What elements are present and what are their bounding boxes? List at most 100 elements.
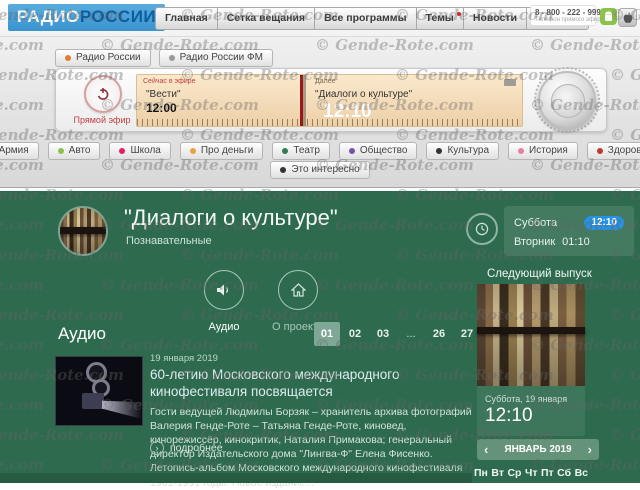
schedule-time: 12:10 [584, 216, 624, 230]
read-more-label: подробнее [170, 442, 223, 454]
category-tag-label: Это интересно [291, 164, 359, 175]
schedule-row: Суббота12:10 [514, 216, 624, 230]
nav-item-label: Главная [165, 12, 208, 24]
tag-dot [597, 148, 603, 154]
speaker-icon [204, 270, 244, 310]
live-power-button[interactable] [84, 75, 122, 113]
pagination: 010203...2627 [314, 322, 480, 346]
site-logo[interactable]: РАДИОРОССИИ [8, 4, 165, 31]
calendar-day-name: Ср [507, 467, 521, 479]
station-tab[interactable]: Радио России ФМ [159, 49, 273, 67]
schedule-panel: Суббота12:10 Вторник 01:10 [504, 206, 634, 256]
category-tag[interactable]: Здоровье [587, 142, 640, 160]
logo-part-rossii: РОССИИ [80, 7, 156, 26]
station-tab-label: Радио России [76, 52, 141, 63]
category-tag[interactable]: Это интересно [270, 161, 369, 179]
logo-part-radio: РАДИО [17, 7, 80, 26]
category-tag[interactable]: Авто [48, 142, 101, 160]
program-title: "Диалоги о культуре" [124, 205, 338, 231]
category-tag-label: Общество [360, 145, 408, 156]
schedule-day: Вторник [514, 236, 555, 248]
calendar-day-name: Вс [575, 467, 588, 479]
category-tags-row2: Это интересно [0, 161, 640, 179]
tag-dot [58, 148, 64, 154]
projector-body [82, 393, 104, 409]
volume-knob-dial [538, 71, 596, 129]
timeline-badge [504, 79, 516, 86]
phone-box: 8 - 800 - 222 - 999 - 2 Телефон прямого … [530, 5, 596, 26]
program-avatar [58, 206, 108, 256]
calendar-month-label: ЯНВАРЬ 2019 [504, 444, 571, 455]
category-tag-label: Про деньги [201, 145, 253, 156]
category-tag-label: История [529, 145, 568, 156]
top-bar: РАДИОРОССИИ Главная Сетка вещания Все прог… [0, 0, 640, 37]
category-tag[interactable]: Школа [109, 142, 170, 160]
calendar-day-name: Пт [541, 467, 554, 479]
timeline-ruler [137, 119, 522, 126]
now-on-air-caption: Сейчас в эфире [143, 78, 196, 85]
tab-audio[interactable]: Аудио [184, 270, 264, 333]
nav-item[interactable]: Главная [155, 7, 218, 30]
program-section: "Диалоги о культуре" Познавательные Субб… [0, 191, 640, 483]
calendar-next-icon[interactable]: › [588, 443, 592, 456]
broadcast-timeline[interactable]: Сейчас в эфире "Вести" 12:00 Далее "Диал… [136, 74, 523, 127]
station-tab[interactable]: Радио России [55, 49, 151, 67]
nav-item[interactable]: Темы [417, 7, 464, 30]
next-program-title: "Диалоги о культуре" [315, 89, 412, 100]
category-tag[interactable]: Театр [272, 142, 330, 160]
tag-dot [518, 148, 524, 154]
pagination-page[interactable]: 03 [370, 322, 396, 346]
nav-item-label: Все программы [324, 12, 406, 24]
schedule-time: 01:10 [562, 236, 590, 248]
calendar-prev-icon[interactable]: ‹ [484, 443, 488, 456]
next-issue-heading: Следующий выпуск [487, 268, 592, 280]
pagination-page[interactable]: 26 [426, 322, 452, 346]
next-issue-time: 12:10 [485, 405, 577, 427]
main-nav: Главная Сетка вещания Все программы Темы Нов… [155, 7, 589, 30]
read-more-link[interactable]: › подробнее [150, 441, 223, 455]
footer-strip [0, 473, 472, 483]
category-tag[interactable]: Про деньги [180, 142, 263, 160]
tag-dot [65, 55, 71, 61]
article-thumbnail[interactable] [55, 356, 143, 426]
category-tag[interactable]: Культура [426, 142, 499, 160]
pagination-page[interactable]: 02 [342, 322, 368, 346]
live-label: Прямой эфир [60, 115, 144, 125]
next-issue-image [477, 284, 585, 386]
calendar-day-name: Сб [557, 467, 571, 479]
volume-knob[interactable] [538, 71, 596, 129]
player-panel: Прямой эфир Сейчас в эфире "Вести" 12:00… [55, 68, 607, 132]
category-tag-label: Здоровье [608, 145, 640, 156]
player-band: Радио России Радио России ФМ Прямой эфир … [0, 37, 640, 188]
tag-dot [169, 55, 175, 61]
nav-item[interactable]: Сетка вещания [218, 7, 315, 30]
now-program-time: 12:00 [146, 101, 177, 115]
calendar-day-name: Чт [525, 467, 538, 479]
category-tag-label: Театр [293, 145, 320, 156]
category-tag-label: Авто [69, 145, 91, 156]
schedule-row: Вторник 01:10 [514, 236, 624, 248]
category-tags-row1: Армия Авто Школа Про деньги Театр Общество Кул… [0, 142, 640, 160]
calendar-days: ПнВтСр ЧтПтСб Вс [474, 467, 588, 479]
next-issue-panel: Суббота, 19 января 12:10 [477, 284, 585, 436]
nav-item-label: Новости [473, 12, 517, 24]
category-tag-label: Культура [447, 145, 489, 156]
tag-dot [349, 148, 355, 154]
calendar-header: ‹ ЯНВАРЬ 2019 › [477, 439, 599, 460]
category-tag[interactable]: Общество [339, 142, 418, 160]
nav-item[interactable]: Новости [464, 7, 527, 30]
nav-item[interactable]: Все программы [315, 7, 416, 30]
apple-app-icon[interactable] [618, 8, 637, 27]
article-title[interactable]: 60-летию Московского международного кино… [150, 367, 472, 401]
category-tag[interactable]: История [508, 142, 578, 160]
calendar-day-name: Вт [491, 467, 504, 479]
pagination-page[interactable]: 01 [314, 322, 340, 346]
phone-number: 8 - 800 - 222 - 999 - 2 [535, 8, 591, 17]
pagination-ellipsis: ... [398, 322, 424, 346]
android-app-icon[interactable] [600, 8, 617, 25]
category-tag[interactable]: Армия [0, 142, 39, 160]
home-icon [278, 270, 318, 310]
tag-dot [282, 148, 288, 154]
article-date: 19 января 2019 [150, 353, 472, 364]
calendar-day-name: Пн [474, 467, 488, 479]
